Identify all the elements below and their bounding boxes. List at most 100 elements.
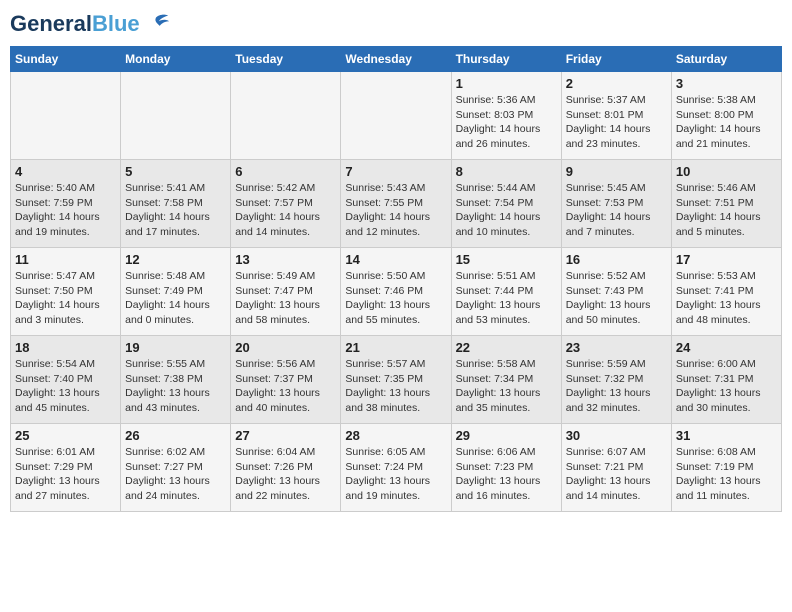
cell-content: Sunrise: 6:06 AM Sunset: 7:23 PM Dayligh… (456, 445, 557, 504)
day-number: 13 (235, 252, 336, 267)
calendar-cell: 12 Sunrise: 5:48 AM Sunset: 7:49 PM Dayli… (121, 248, 231, 336)
calendar-cell: 13 Sunrise: 5:49 AM Sunset: 7:47 PM Dayli… (231, 248, 341, 336)
day-number: 19 (125, 340, 226, 355)
cell-content: Sunrise: 5:58 AM Sunset: 7:34 PM Dayligh… (456, 357, 557, 416)
day-number: 2 (566, 76, 667, 91)
calendar-header: SundayMondayTuesdayWednesdayThursdayFrid… (11, 47, 782, 72)
day-number: 4 (15, 164, 116, 179)
day-number: 31 (676, 428, 777, 443)
page-header: GeneralBlue (10, 10, 782, 38)
weekday-header-row: SundayMondayTuesdayWednesdayThursdayFrid… (11, 47, 782, 72)
cell-content: Sunrise: 6:05 AM Sunset: 7:24 PM Dayligh… (345, 445, 446, 504)
calendar-cell: 18 Sunrise: 5:54 AM Sunset: 7:40 PM Dayli… (11, 336, 121, 424)
weekday-header-saturday: Saturday (671, 47, 781, 72)
day-number: 20 (235, 340, 336, 355)
cell-content: Sunrise: 6:02 AM Sunset: 7:27 PM Dayligh… (125, 445, 226, 504)
calendar-cell: 16Sunrise: 5:52 AM Sunset: 7:43 PM Dayli… (561, 248, 671, 336)
cell-content: Sunrise: 5:38 AM Sunset: 8:00 PM Dayligh… (676, 93, 777, 152)
cell-content: Sunrise: 5:44 AM Sunset: 7:54 PM Dayligh… (456, 181, 557, 240)
calendar-cell: 7 Sunrise: 5:43 AM Sunset: 7:55 PM Daylig… (341, 160, 451, 248)
cell-content: Sunrise: 5:40 AM Sunset: 7:59 PM Dayligh… (15, 181, 116, 240)
day-number: 26 (125, 428, 226, 443)
logo-bird-icon (142, 10, 170, 38)
cell-content: Sunrise: 5:42 AM Sunset: 7:57 PM Dayligh… (235, 181, 336, 240)
day-number: 3 (676, 76, 777, 91)
day-number: 6 (235, 164, 336, 179)
calendar-table: SundayMondayTuesdayWednesdayThursdayFrid… (10, 46, 782, 512)
calendar-cell: 30 Sunrise: 6:07 AM Sunset: 7:21 PM Dayli… (561, 424, 671, 512)
cell-content: Sunrise: 5:48 AM Sunset: 7:49 PM Dayligh… (125, 269, 226, 328)
cell-content: Sunrise: 6:08 AM Sunset: 7:19 PM Dayligh… (676, 445, 777, 504)
cell-content: Sunrise: 5:51 AM Sunset: 7:44 PM Dayligh… (456, 269, 557, 328)
calendar-week-row: 4 Sunrise: 5:40 AM Sunset: 7:59 PM Daylig… (11, 160, 782, 248)
cell-content: Sunrise: 5:50 AM Sunset: 7:46 PM Dayligh… (345, 269, 446, 328)
calendar-cell: 3 Sunrise: 5:38 AM Sunset: 8:00 PM Daylig… (671, 72, 781, 160)
logo: GeneralBlue (10, 10, 170, 38)
weekday-header-sunday: Sunday (11, 47, 121, 72)
cell-content: Sunrise: 5:49 AM Sunset: 7:47 PM Dayligh… (235, 269, 336, 328)
calendar-cell: 28Sunrise: 6:05 AM Sunset: 7:24 PM Dayli… (341, 424, 451, 512)
cell-content: Sunrise: 5:45 AM Sunset: 7:53 PM Dayligh… (566, 181, 667, 240)
calendar-cell: 27Sunrise: 6:04 AM Sunset: 7:26 PM Dayli… (231, 424, 341, 512)
calendar-body: 1 Sunrise: 5:36 AM Sunset: 8:03 PM Daylig… (11, 72, 782, 512)
calendar-cell (341, 72, 451, 160)
calendar-cell: 4 Sunrise: 5:40 AM Sunset: 7:59 PM Daylig… (11, 160, 121, 248)
calendar-cell: 26 Sunrise: 6:02 AM Sunset: 7:27 PM Dayli… (121, 424, 231, 512)
cell-content: Sunrise: 5:46 AM Sunset: 7:51 PM Dayligh… (676, 181, 777, 240)
weekday-header-monday: Monday (121, 47, 231, 72)
calendar-cell: 1 Sunrise: 5:36 AM Sunset: 8:03 PM Daylig… (451, 72, 561, 160)
calendar-week-row: 1 Sunrise: 5:36 AM Sunset: 8:03 PM Daylig… (11, 72, 782, 160)
cell-content: Sunrise: 6:04 AM Sunset: 7:26 PM Dayligh… (235, 445, 336, 504)
calendar-cell: 15 Sunrise: 5:51 AM Sunset: 7:44 PM Dayli… (451, 248, 561, 336)
calendar-cell: 11 Sunrise: 5:47 AM Sunset: 7:50 PM Dayli… (11, 248, 121, 336)
calendar-cell: 31 Sunrise: 6:08 AM Sunset: 7:19 PM Dayli… (671, 424, 781, 512)
day-number: 15 (456, 252, 557, 267)
day-number: 7 (345, 164, 446, 179)
calendar-cell (11, 72, 121, 160)
calendar-cell: 24 Sunrise: 6:00 AM Sunset: 7:31 PM Dayli… (671, 336, 781, 424)
day-number: 29 (456, 428, 557, 443)
day-number: 12 (125, 252, 226, 267)
cell-content: Sunrise: 5:53 AM Sunset: 7:41 PM Dayligh… (676, 269, 777, 328)
calendar-cell (231, 72, 341, 160)
cell-content: Sunrise: 5:41 AM Sunset: 7:58 PM Dayligh… (125, 181, 226, 240)
calendar-cell: 22 Sunrise: 5:58 AM Sunset: 7:34 PM Dayli… (451, 336, 561, 424)
cell-content: Sunrise: 5:43 AM Sunset: 7:55 PM Dayligh… (345, 181, 446, 240)
day-number: 25 (15, 428, 116, 443)
day-number: 23 (566, 340, 667, 355)
cell-content: Sunrise: 5:37 AM Sunset: 8:01 PM Dayligh… (566, 93, 667, 152)
cell-content: Sunrise: 5:36 AM Sunset: 8:03 PM Dayligh… (456, 93, 557, 152)
day-number: 8 (456, 164, 557, 179)
calendar-cell: 19Sunrise: 5:55 AM Sunset: 7:38 PM Dayli… (121, 336, 231, 424)
day-number: 30 (566, 428, 667, 443)
day-number: 1 (456, 76, 557, 91)
calendar-cell: 8 Sunrise: 5:44 AM Sunset: 7:54 PM Daylig… (451, 160, 561, 248)
day-number: 9 (566, 164, 667, 179)
calendar-cell: 25Sunrise: 6:01 AM Sunset: 7:29 PM Dayli… (11, 424, 121, 512)
cell-content: Sunrise: 5:59 AM Sunset: 7:32 PM Dayligh… (566, 357, 667, 416)
day-number: 17 (676, 252, 777, 267)
calendar-cell: 14Sunrise: 5:50 AM Sunset: 7:46 PM Dayli… (341, 248, 451, 336)
calendar-cell: 6 Sunrise: 5:42 AM Sunset: 7:57 PM Daylig… (231, 160, 341, 248)
logo-text: GeneralBlue (10, 12, 140, 36)
cell-content: Sunrise: 5:56 AM Sunset: 7:37 PM Dayligh… (235, 357, 336, 416)
day-number: 24 (676, 340, 777, 355)
cell-content: Sunrise: 5:47 AM Sunset: 7:50 PM Dayligh… (15, 269, 116, 328)
cell-content: Sunrise: 5:52 AM Sunset: 7:43 PM Dayligh… (566, 269, 667, 328)
calendar-cell: 20 Sunrise: 5:56 AM Sunset: 7:37 PM Dayli… (231, 336, 341, 424)
calendar-cell: 2 Sunrise: 5:37 AM Sunset: 8:01 PM Daylig… (561, 72, 671, 160)
calendar-cell: 17 Sunrise: 5:53 AM Sunset: 7:41 PM Dayli… (671, 248, 781, 336)
cell-content: Sunrise: 6:07 AM Sunset: 7:21 PM Dayligh… (566, 445, 667, 504)
cell-content: Sunrise: 6:00 AM Sunset: 7:31 PM Dayligh… (676, 357, 777, 416)
calendar-cell: 23 Sunrise: 5:59 AM Sunset: 7:32 PM Dayli… (561, 336, 671, 424)
calendar-week-row: 25Sunrise: 6:01 AM Sunset: 7:29 PM Dayli… (11, 424, 782, 512)
calendar-cell: 5 Sunrise: 5:41 AM Sunset: 7:58 PM Daylig… (121, 160, 231, 248)
day-number: 5 (125, 164, 226, 179)
weekday-header-thursday: Thursday (451, 47, 561, 72)
day-number: 22 (456, 340, 557, 355)
day-number: 18 (15, 340, 116, 355)
calendar-cell (121, 72, 231, 160)
day-number: 11 (15, 252, 116, 267)
calendar-week-row: 18 Sunrise: 5:54 AM Sunset: 7:40 PM Dayli… (11, 336, 782, 424)
cell-content: Sunrise: 5:54 AM Sunset: 7:40 PM Dayligh… (15, 357, 116, 416)
